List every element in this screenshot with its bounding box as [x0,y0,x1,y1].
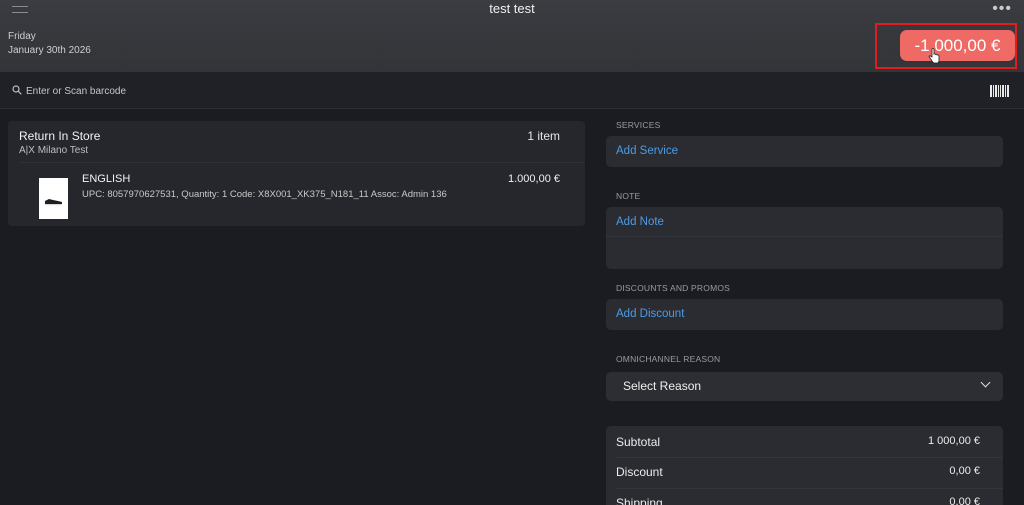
note-card: Add Note [606,207,1003,269]
pos-app: test test ••• Friday January 30th 2026 -… [0,0,1024,505]
summary-label: Discount [616,465,663,479]
product-details: UPC: 8057970627531, Quantity: 1 Code: X8… [82,189,447,200]
order-summary: Subtotal 1 000,00 € Discount 0,00 € Ship… [606,426,1003,505]
omnichannel-section-label: OMNICHANNEL REASON [616,354,721,364]
divider [606,236,1003,237]
item-count: 1 item [527,129,560,143]
cart-panel: Return In Store A|X Milano Test 1 item E… [8,121,585,226]
summary-value: 0,00 € [949,496,980,505]
more-options-icon[interactable]: ••• [992,0,1012,18]
divider [616,457,1003,458]
total-amount-button[interactable]: -1 000,00 € [900,30,1015,61]
product-thumbnail [39,178,68,219]
page-title: test test [489,1,535,16]
search-bar [0,72,1024,109]
summary-value: 1 000,00 € [928,435,980,447]
date-full: January 30th 2026 [8,45,91,56]
search-icon [12,85,22,95]
add-service-link[interactable]: Add Service [616,145,678,157]
select-value: Select Reason [623,379,702,393]
date-weekday: Friday [8,31,36,42]
barcode-scan-icon[interactable] [990,85,1009,97]
cart-title: Return In Store [19,129,101,143]
services-card: Add Service [606,136,1003,167]
barcode-search-input[interactable] [24,81,628,101]
add-note-link[interactable]: Add Note [616,216,664,228]
discounts-section-label: DISCOUNTS AND PROMOS [616,283,731,293]
store-name: A|X Milano Test [19,145,89,156]
product-price: 1.000,00 € [508,173,560,185]
omnichannel-reason-select[interactable]: Select Reason [606,372,1003,401]
pointer-cursor-icon [928,48,940,64]
chevron-down-icon [980,377,991,388]
divider [19,162,585,163]
services-section-label: SERVICES [616,120,661,130]
add-discount-link[interactable]: Add Discount [616,308,684,320]
shoe-icon [45,199,62,206]
top-header: test test ••• Friday January 30th 2026 -… [0,0,1024,72]
summary-label: Shipping [616,496,663,505]
product-name: ENGLISH [82,173,131,185]
note-section-label: NOTE [616,191,641,201]
divider [616,488,1003,489]
summary-label: Subtotal [616,435,661,449]
summary-value: 0,00 € [949,465,980,477]
discounts-card: Add Discount [606,299,1003,330]
